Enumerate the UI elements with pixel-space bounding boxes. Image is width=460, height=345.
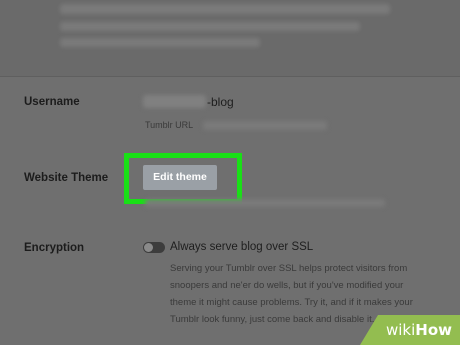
blurred-header-text xyxy=(60,38,260,47)
wikihow-logo-wiki: wiki xyxy=(385,321,416,339)
encryption-label: Encryption xyxy=(24,242,85,254)
username-label: Username xyxy=(24,96,80,108)
edit-theme-button[interactable]: Edit theme xyxy=(143,165,217,190)
ssl-toggle-label: Always serve blog over SSL xyxy=(170,241,314,253)
blurred-username xyxy=(143,95,206,108)
blurred-header-text xyxy=(60,4,390,14)
wikihow-logo-how: How xyxy=(415,321,452,339)
username-suffix: -blog xyxy=(207,95,234,109)
ssl-description-line: snoopers and ne'er do wells, but if you'… xyxy=(170,280,404,291)
blurred-header-text xyxy=(60,22,360,31)
ssl-description-line: Serving your Tumblr over SSL helps prote… xyxy=(170,263,408,274)
ssl-description-line: theme it might cause problems. Try it, a… xyxy=(170,297,413,308)
top-section xyxy=(0,0,460,76)
blurred-theme-info xyxy=(145,199,385,207)
website-theme-label: Website Theme xyxy=(24,172,109,184)
wikihow-logo: wikiHow xyxy=(386,321,452,339)
blurred-tumblr-url xyxy=(203,121,327,130)
tumblr-url-label: Tumblr URL xyxy=(145,120,194,130)
toggle-knob xyxy=(144,243,153,252)
ssl-description-line: Tumblr look funny, just come back and di… xyxy=(170,314,375,325)
section-divider xyxy=(0,76,460,77)
ssl-toggle[interactable] xyxy=(143,242,165,253)
